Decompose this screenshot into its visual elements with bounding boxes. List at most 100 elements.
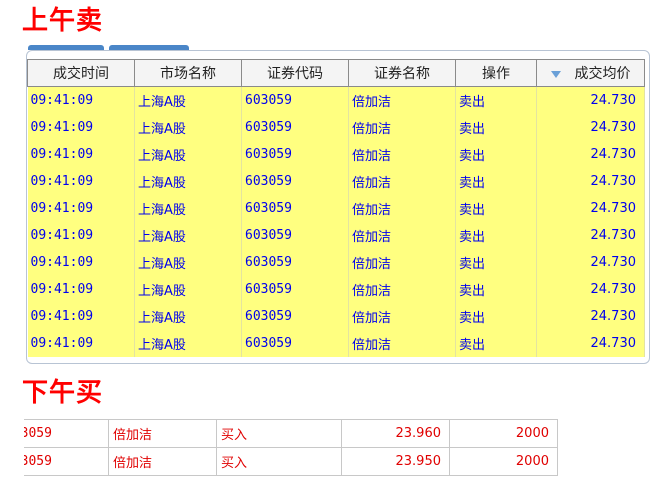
column-header-label: 成交均价	[574, 66, 631, 82]
cell-name: 倍加洁	[108, 419, 217, 448]
column-header-action[interactable]: 操作	[455, 59, 537, 87]
cell-code: 603059	[241, 303, 349, 330]
cell-name: 倍加洁	[348, 114, 456, 141]
cell-name: 倍加洁	[348, 330, 456, 357]
cell-qty: 2000	[449, 447, 558, 476]
cell-name: 倍加洁	[348, 249, 456, 276]
afternoon-trades-table: 603059倍加洁买入23.9602000603059倍加洁买入23.95020…	[24, 419, 558, 476]
table-row[interactable]: 09:41:09 上海A股 603059 倍加洁 卖出 24.730	[27, 114, 645, 141]
cell-time: 09:41:09	[27, 86, 135, 114]
cell-price: 24.730	[536, 168, 645, 195]
cell-code: 603059	[241, 330, 349, 357]
cell-price: 24.730	[536, 195, 645, 222]
afternoon-buy-heading: 下午买	[22, 378, 104, 408]
table-row[interactable]: 09:41:09 上海A股 603059 倍加洁 卖出 24.730	[27, 141, 645, 168]
cell-qty: 2000	[449, 419, 558, 448]
cell-action: 买入	[216, 447, 342, 476]
table-row[interactable]: 09:41:09 上海A股 603059 倍加洁 卖出 24.730	[27, 86, 645, 114]
cell-code: 603059	[241, 249, 349, 276]
table-row[interactable]: 09:41:09 上海A股 603059 倍加洁 卖出 24.730	[27, 168, 645, 195]
cell-code: 603059	[24, 447, 109, 476]
cell-price: 24.730	[536, 249, 645, 276]
column-header-name[interactable]: 证券名称	[348, 59, 456, 87]
column-header-market[interactable]: 市场名称	[134, 59, 242, 87]
table-row[interactable]: 09:41:09 上海A股 603059 倍加洁 卖出 24.730	[27, 330, 645, 357]
cell-action: 卖出	[455, 276, 537, 303]
cell-market: 上海A股	[134, 330, 242, 357]
cell-action: 卖出	[455, 303, 537, 330]
cell-code: 603059	[241, 141, 349, 168]
cell-name: 倍加洁	[348, 222, 456, 249]
sort-descending-icon[interactable]	[550, 70, 561, 78]
cell-price: 23.960	[341, 419, 450, 448]
cell-code: 603059	[241, 168, 349, 195]
column-header-code[interactable]: 证券代码	[241, 59, 349, 87]
cell-code: 603059	[24, 419, 109, 448]
table-row[interactable]: 09:41:09 上海A股 603059 倍加洁 卖出 24.730	[27, 276, 645, 303]
column-header-label: 市场名称	[160, 66, 216, 82]
cell-time: 09:41:09	[27, 114, 135, 141]
cell-price: 24.730	[536, 86, 645, 114]
table-row[interactable]: 09:41:09 上海A股 603059 倍加洁 卖出 24.730	[27, 195, 645, 222]
morning-trades-body: 09:41:09 上海A股 603059 倍加洁 卖出 24.730 09:41:09 上海A…	[27, 86, 645, 357]
cell-market: 上海A股	[134, 222, 242, 249]
cell-name: 倍加洁	[108, 447, 217, 476]
table-row[interactable]: 603059倍加洁买入23.9502000	[24, 447, 558, 476]
cell-action: 卖出	[455, 141, 537, 168]
cell-name: 倍加洁	[348, 141, 456, 168]
table-row[interactable]: 09:41:09 上海A股 603059 倍加洁 卖出 24.730	[27, 222, 645, 249]
cell-market: 上海A股	[134, 86, 242, 114]
cell-time: 09:41:09	[27, 222, 135, 249]
morning-trades-panel: 成交时间 市场名称 证券代码 证券名称 操作 成交均价 09:41:09 上海A股…	[26, 50, 650, 364]
cell-price: 24.730	[536, 141, 645, 168]
cell-price: 24.730	[536, 222, 645, 249]
cell-code: 603059	[241, 276, 349, 303]
cell-action: 卖出	[455, 249, 537, 276]
table-header-row: 成交时间 市场名称 证券代码 证券名称 操作 成交均价	[27, 59, 645, 87]
cell-code: 603059	[241, 222, 349, 249]
morning-trades-table: 成交时间 市场名称 证券代码 证券名称 操作 成交均价 09:41:09 上海A股…	[27, 59, 645, 357]
table-row[interactable]: 603059倍加洁买入23.9602000	[24, 419, 558, 448]
cell-time: 09:41:09	[27, 141, 135, 168]
cell-action: 卖出	[455, 168, 537, 195]
column-header-label: 操作	[482, 66, 510, 82]
cell-name: 倍加洁	[348, 168, 456, 195]
cell-price: 24.730	[536, 303, 645, 330]
cell-code: 603059	[241, 114, 349, 141]
cell-action: 卖出	[455, 86, 537, 114]
cell-name: 倍加洁	[348, 276, 456, 303]
cell-action: 卖出	[455, 195, 537, 222]
column-header-label: 证券名称	[374, 66, 430, 82]
cell-price: 23.950	[341, 447, 450, 476]
cell-action: 买入	[216, 419, 342, 448]
cell-name: 倍加洁	[348, 86, 456, 114]
column-header-label: 证券代码	[267, 66, 323, 82]
cell-price: 24.730	[536, 276, 645, 303]
morning-sell-heading: 上午卖	[22, 6, 104, 36]
cell-market: 上海A股	[134, 249, 242, 276]
afternoon-trades-body: 603059倍加洁买入23.9602000603059倍加洁买入23.95020…	[24, 419, 558, 476]
table-row[interactable]: 09:41:09 上海A股 603059 倍加洁 卖出 24.730	[27, 303, 645, 330]
cell-time: 09:41:09	[27, 303, 135, 330]
cell-price: 24.730	[536, 330, 645, 357]
column-header-time[interactable]: 成交时间	[27, 59, 135, 87]
cell-market: 上海A股	[134, 195, 242, 222]
cell-time: 09:41:09	[27, 330, 135, 357]
cell-market: 上海A股	[134, 303, 242, 330]
column-header-avg-price[interactable]: 成交均价	[536, 59, 645, 87]
cell-name: 倍加洁	[348, 195, 456, 222]
cell-time: 09:41:09	[27, 195, 135, 222]
afternoon-trades-panel: 603059倍加洁买入23.9602000603059倍加洁买入23.95020…	[24, 419, 560, 499]
column-header-label: 成交时间	[53, 66, 109, 82]
cell-action: 卖出	[455, 330, 537, 357]
table-row[interactable]: 09:41:09 上海A股 603059 倍加洁 卖出 24.730	[27, 249, 645, 276]
cell-code: 603059	[241, 86, 349, 114]
cell-code: 603059	[241, 195, 349, 222]
cell-time: 09:41:09	[27, 276, 135, 303]
cell-name: 倍加洁	[348, 303, 456, 330]
cell-market: 上海A股	[134, 276, 242, 303]
cell-time: 09:41:09	[27, 168, 135, 195]
cell-market: 上海A股	[134, 168, 242, 195]
cell-market: 上海A股	[134, 141, 242, 168]
cell-action: 卖出	[455, 222, 537, 249]
